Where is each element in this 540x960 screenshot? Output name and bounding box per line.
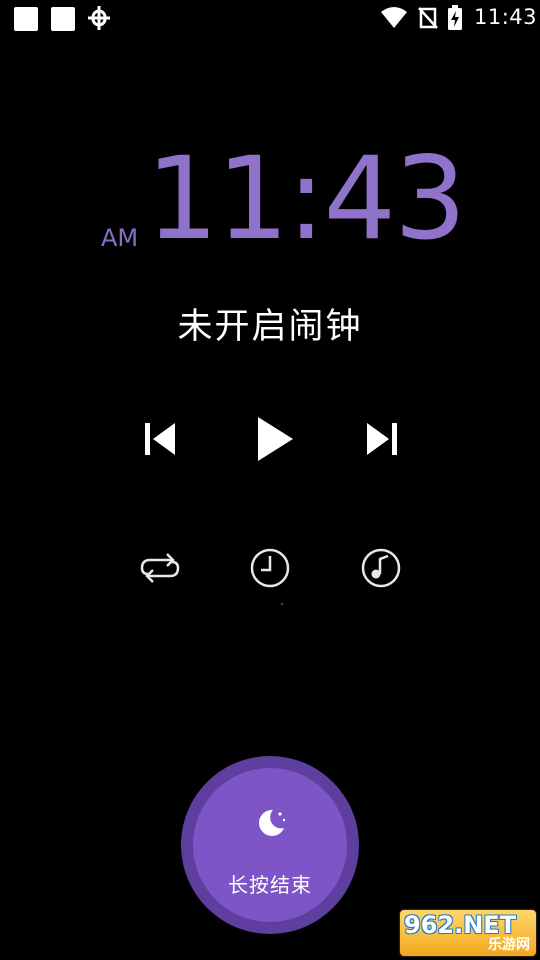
skip-next-icon: [367, 423, 397, 455]
music-timer-button[interactable]: [355, 542, 407, 594]
status-bar: 11:43: [0, 0, 540, 36]
page-indicator-dot: [281, 603, 283, 605]
previous-button[interactable]: [132, 414, 186, 464]
no-signal-icon: [418, 7, 438, 29]
status-time: 11:43: [474, 5, 538, 29]
notification-square-icon: [14, 7, 38, 31]
battery-charging-icon: [448, 5, 462, 30]
alarm-status-text: 未开启闹钟: [177, 307, 363, 347]
next-button[interactable]: [356, 414, 410, 464]
music-timer-icon: [361, 548, 401, 588]
moon-icon: [259, 809, 286, 836]
am-pm-label: AM: [101, 224, 139, 252]
long-press-end-button[interactable]: 长按结束: [181, 756, 359, 934]
timer-icon: [250, 548, 290, 588]
clock-time: 11:43: [146, 132, 467, 265]
repeat-button[interactable]: [134, 542, 186, 594]
wifi-icon: [381, 7, 407, 28]
skip-previous-icon: [145, 423, 175, 455]
notification-square-icon: [51, 7, 75, 31]
end-button-inner: 长按结束: [193, 768, 347, 922]
clock-display: AM 11:43: [0, 132, 540, 270]
repeat-icon: [140, 553, 180, 583]
watermark-logo: 962.NET 乐游网: [400, 910, 536, 956]
end-button-label: 长按结束: [228, 873, 312, 897]
watermark-bottom-text: 乐游网: [488, 937, 530, 953]
timer-button[interactable]: [244, 542, 296, 594]
play-button[interactable]: [246, 410, 304, 468]
play-icon: [258, 417, 293, 461]
bug-icon: [88, 6, 110, 30]
